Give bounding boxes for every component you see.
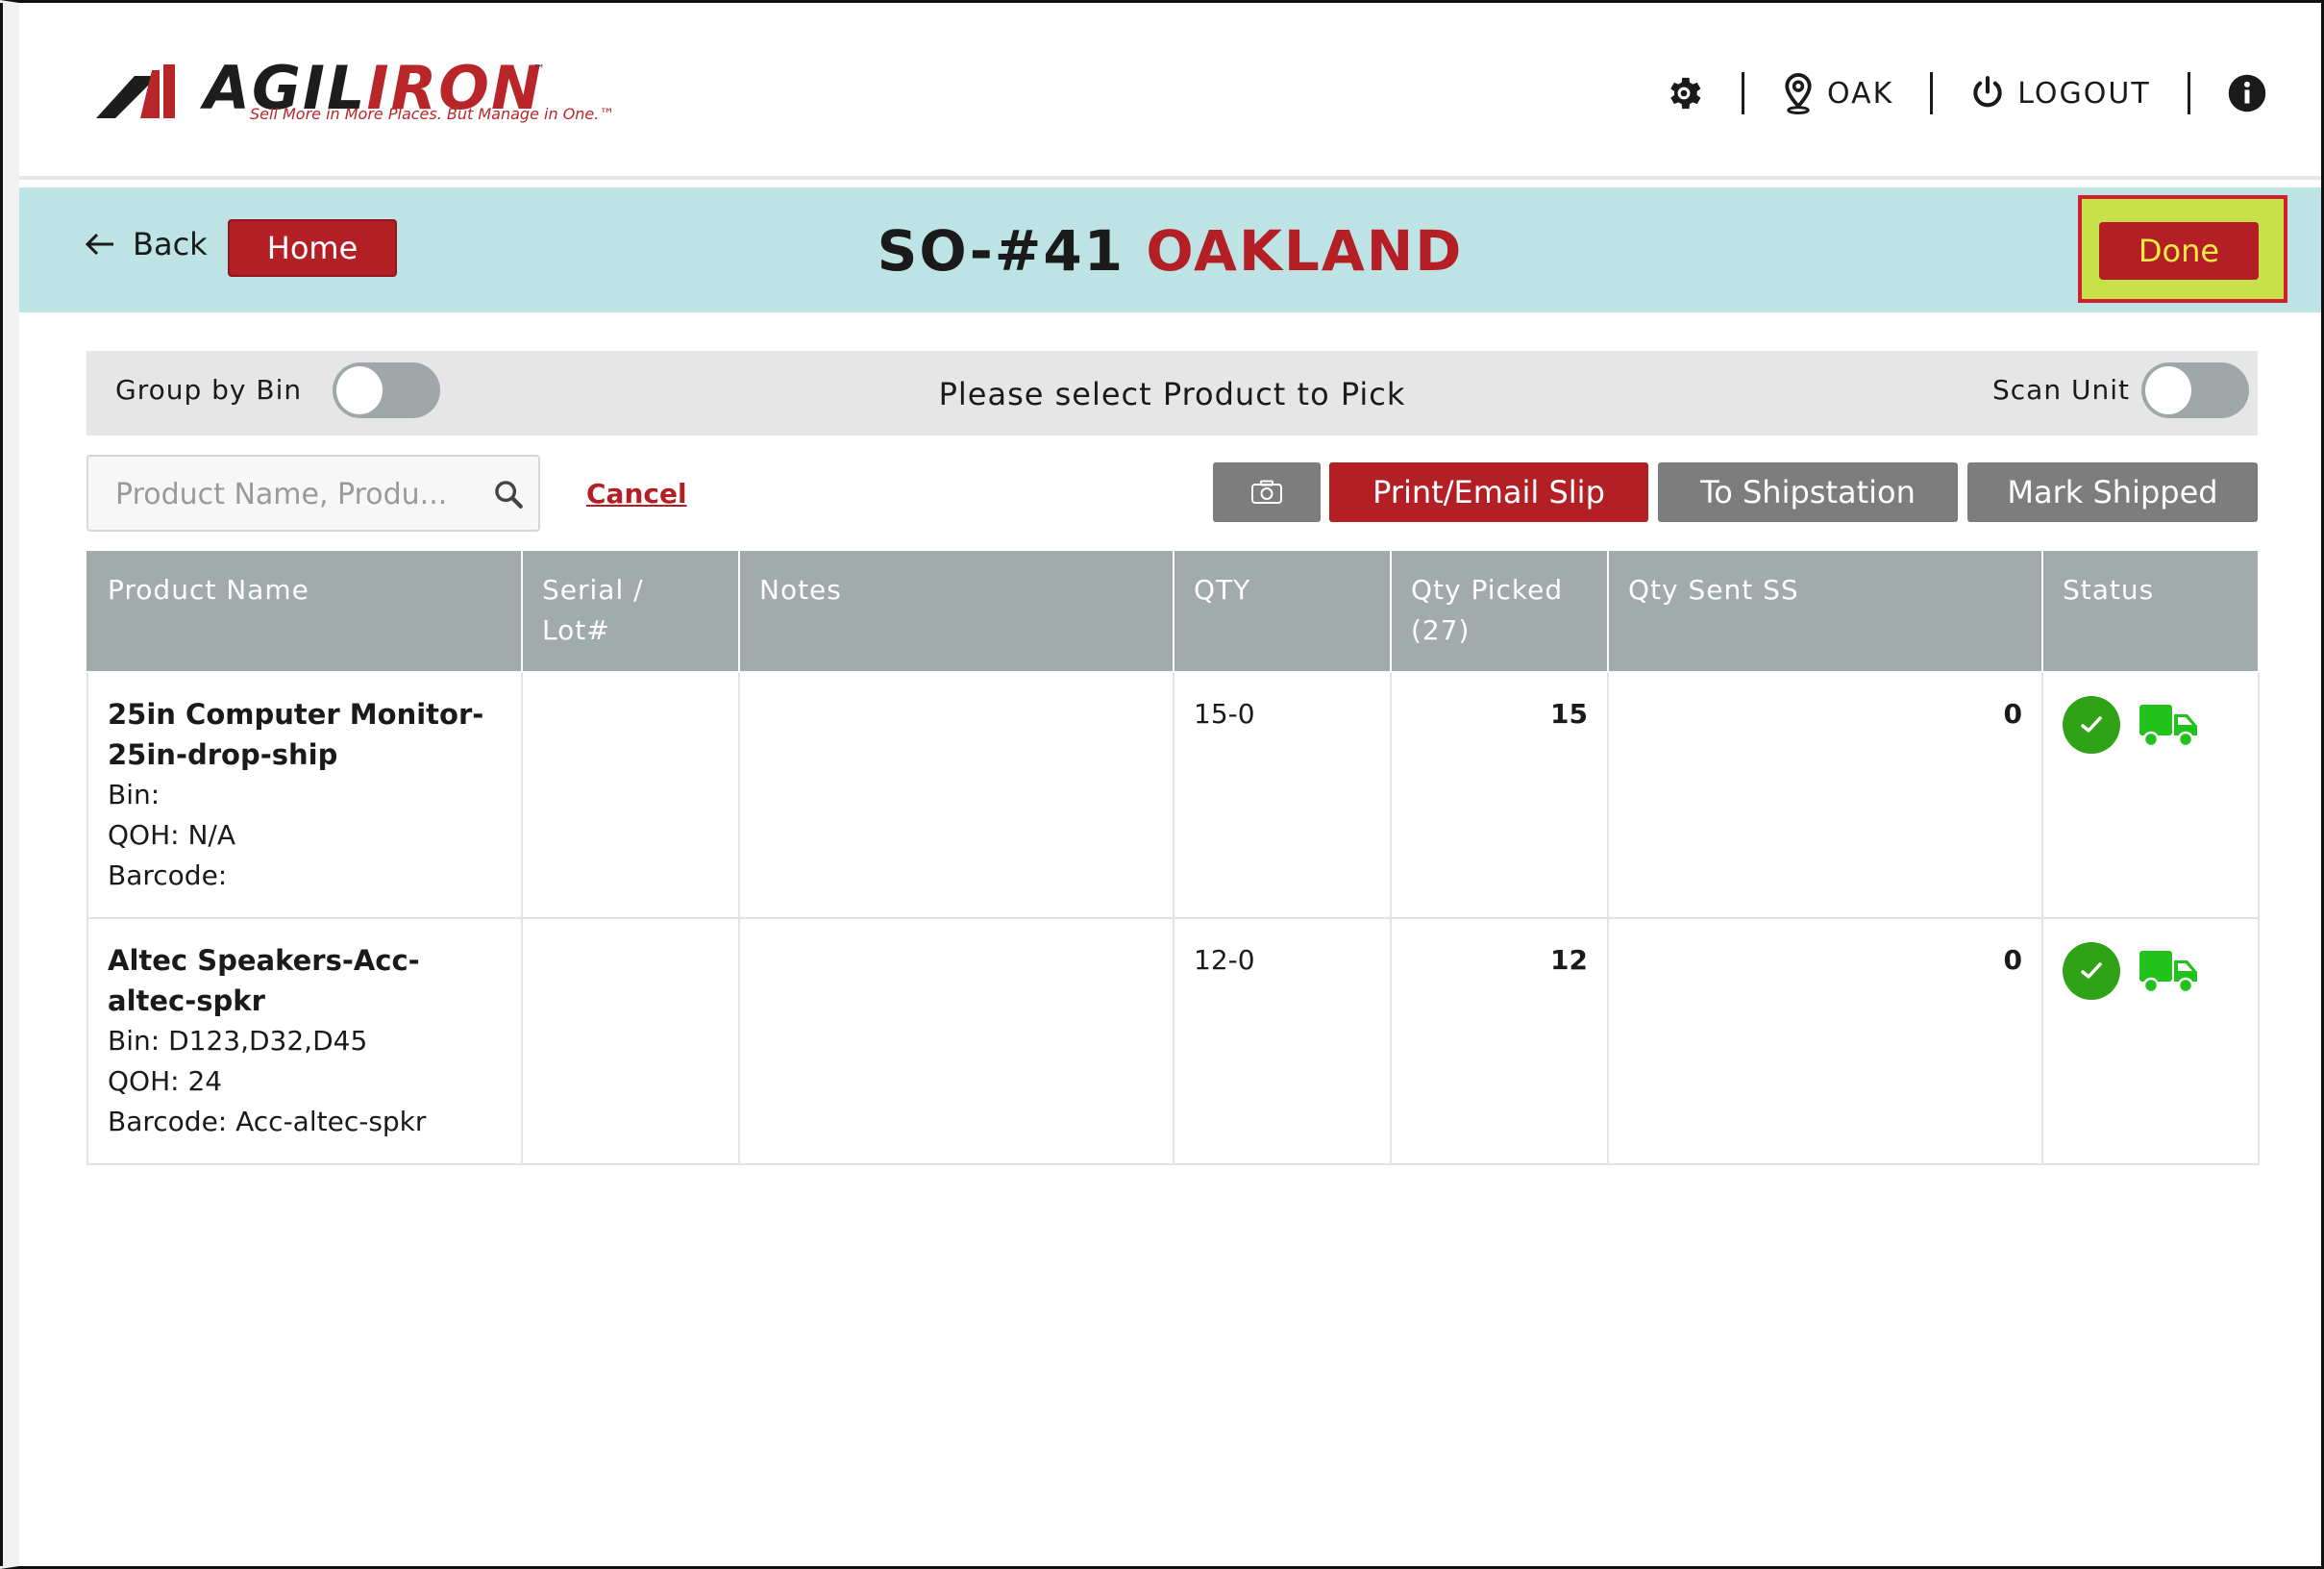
checkmark-icon [2081,716,2102,733]
checkmark-icon [2081,962,2102,979]
nav-divider [1930,72,1934,114]
product-cell: 25in Computer Monitor-25in-drop-ship Bin… [87,671,523,919]
order-header: Back Home SO-#41 OAKLAND Done [19,187,2321,312]
qty-sent-cell: 0 [1607,917,2043,1165]
order-id: SO-#41 [877,218,1125,284]
pick-table: Product Name Serial / Lot# Notes QTY Qty… [87,551,2260,1165]
toggle-knob [2145,366,2191,414]
search-icon[interactable] [492,478,525,511]
camera-icon [1251,480,1282,504]
product-name: 25in Computer Monitor-25in-drop-ship [108,698,484,771]
picked-check-icon[interactable] [2063,942,2120,1000]
info-icon [2228,74,2265,112]
table-row[interactable]: Altec Speakers-Acc-altec-spkr Bin: D123,… [87,917,2260,1165]
product-bin: Bin: D123,D32,D45 [108,1025,368,1057]
status-cell [2041,671,2260,919]
qty-sent-cell: 0 [1607,671,2043,919]
agiliron-logo[interactable]: AGILIRON ™ Sell More in More Places. But… [96,59,614,131]
col-qty[interactable]: QTY [1173,551,1392,673]
col-status[interactable]: Status [2041,551,2260,673]
order-location: OAKLAND [1146,218,1464,284]
notes-cell[interactable] [738,917,1174,1165]
logout-button[interactable]: LOGOUT [1969,75,2150,112]
scan-unit-label: Scan Unit [1992,374,2130,406]
qty-cell: 12-0 [1173,917,1392,1165]
qty-picked-cell: 15 [1390,671,1609,919]
location-label: OAK [1827,76,1894,111]
print-email-slip-button[interactable]: Print/Email Slip [1329,462,1648,522]
product-qoh: QOH: 24 [108,1065,223,1097]
truck-icon[interactable] [2138,701,2199,749]
logo-trademark: ™ [533,62,545,76]
scan-unit-toggle[interactable] [2141,362,2249,418]
pick-instruction: Please select Product to Pick [938,376,1406,412]
table-header-row: Product Name Serial / Lot# Notes QTY Qty… [87,551,2260,673]
status-cell [2041,917,2260,1165]
gear-icon [1670,77,1701,110]
table-row[interactable]: 25in Computer Monitor-25in-drop-ship Bin… [87,671,2260,919]
product-bin: Bin: [108,779,161,810]
serial-cell[interactable] [521,671,740,919]
logo-tagline: Sell More in More Places. But Manage in … [250,105,615,123]
product-search [87,455,540,532]
col-product-name[interactable]: Product Name [87,551,523,673]
nav-divider [2187,72,2190,114]
logo-mark-icon [96,64,175,118]
mark-shipped-button[interactable]: Mark Shipped [1967,462,2258,522]
done-button[interactable]: Done [2099,222,2259,280]
app-frame: AGILIRON ™ Sell More in More Places. But… [0,0,2324,1569]
notes-cell[interactable] [738,671,1174,919]
truck-icon[interactable] [2138,947,2199,995]
product-barcode: Barcode: [108,859,228,891]
qty-cell: 15-0 [1173,671,1392,919]
top-bar: AGILIRON ™ Sell More in More Places. But… [19,3,2321,180]
product-name: Altec Speakers-Acc-altec-spkr [108,944,420,1017]
top-nav: OAK LOGOUT [1663,64,2267,122]
col-qty-picked[interactable]: Qty Picked (27) [1390,551,1609,673]
cancel-link[interactable]: Cancel [586,478,687,510]
picked-check-icon[interactable] [2063,696,2120,754]
col-serial-lot[interactable]: Serial / Lot# [521,551,740,673]
nav-divider [1742,72,1744,114]
location-selector[interactable]: OAK [1781,72,1893,114]
serial-cell[interactable] [521,917,740,1165]
status-icons [2063,696,2238,754]
product-barcode: Barcode: Acc-altec-spkr [108,1106,427,1137]
product-qoh: QOH: N/A [108,819,235,851]
power-icon [1973,76,2002,108]
col-qty-sent-ss[interactable]: Qty Sent SS [1607,551,2043,673]
camera-button[interactable] [1213,462,1321,522]
search-input[interactable] [115,472,481,516]
location-pin-icon [1785,73,1812,114]
done-highlight: Done [2078,195,2287,303]
to-shipstation-button[interactable]: To Shipstation [1658,462,1958,522]
status-icons [2063,942,2238,1000]
qty-picked-cell: 12 [1390,917,1609,1165]
pick-options-bar: Group by Bin Please select Product to Pi… [87,351,2258,436]
logout-label: LOGOUT [2017,76,2151,111]
col-notes[interactable]: Notes [738,551,1174,673]
settings-button[interactable] [1663,72,1705,114]
page-title: SO-#41 OAKLAND [19,218,2321,284]
product-cell: Altec Speakers-Acc-altec-spkr Bin: D123,… [87,917,523,1165]
info-button[interactable] [2227,73,2267,113]
